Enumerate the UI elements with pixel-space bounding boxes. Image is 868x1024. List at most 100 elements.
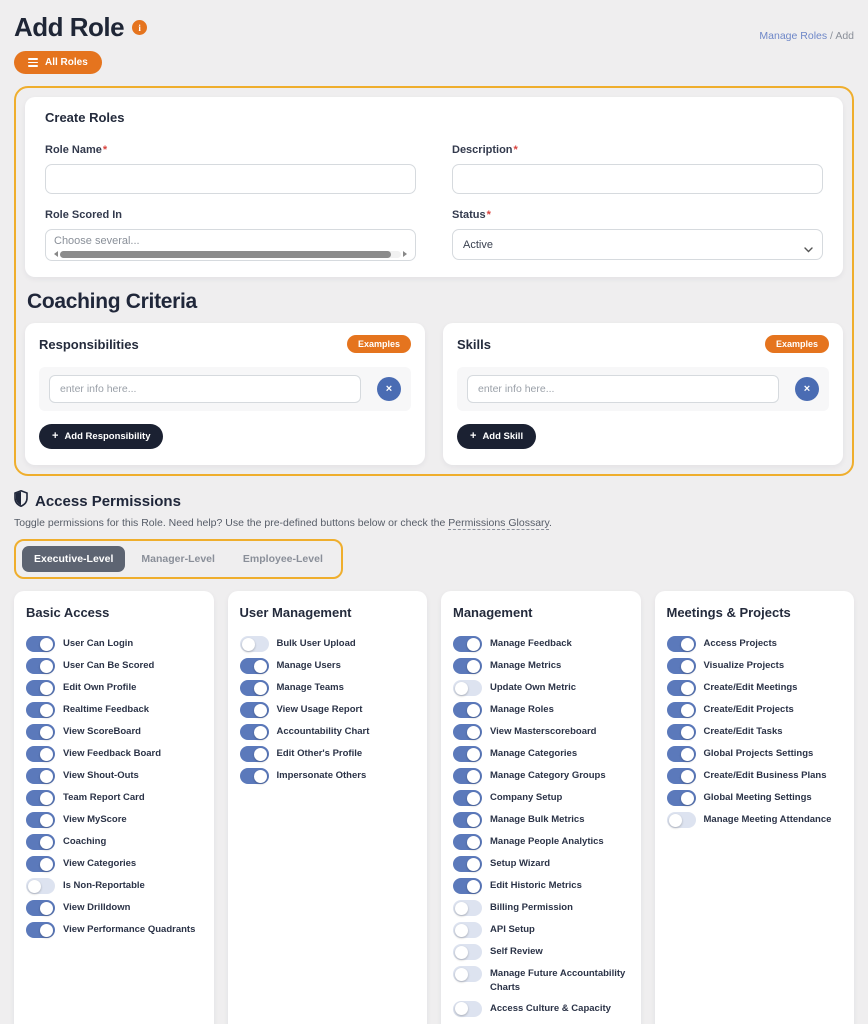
examples-button[interactable]: Examples <box>347 335 411 353</box>
entry-input[interactable] <box>49 375 361 403</box>
permission-toggle[interactable] <box>453 658 482 674</box>
info-icon[interactable]: i <box>132 20 147 35</box>
add-entry-button[interactable]: + Add Skill <box>457 424 536 449</box>
permission-row: Create/Edit Tasks <box>667 724 843 740</box>
role-name-input[interactable] <box>45 164 416 194</box>
required-asterisk: * <box>103 144 107 156</box>
permission-toggle[interactable] <box>240 680 269 696</box>
permission-toggle[interactable] <box>26 702 55 718</box>
permission-toggle[interactable] <box>26 768 55 784</box>
permission-toggle[interactable] <box>26 834 55 850</box>
scrollbar-track[interactable] <box>60 251 401 258</box>
permission-toggle[interactable] <box>26 790 55 806</box>
permission-toggle[interactable] <box>26 812 55 828</box>
permission-toggle[interactable] <box>240 746 269 762</box>
permission-row: View Performance Quadrants <box>26 922 202 938</box>
permission-toggle[interactable] <box>240 724 269 740</box>
breadcrumb: Manage Roles / Add <box>759 30 854 42</box>
permission-row: Manage Feedback <box>453 636 629 652</box>
permission-toggle[interactable] <box>667 680 696 696</box>
coaching-criteria-heading: Coaching Criteria <box>27 290 841 314</box>
scroll-right-arrow-icon[interactable] <box>403 251 407 257</box>
permission-row: Create/Edit Meetings <box>667 680 843 696</box>
permission-toggle[interactable] <box>453 900 482 916</box>
permission-toggle[interactable] <box>667 702 696 718</box>
permission-toggle[interactable] <box>453 746 482 762</box>
permission-row: Coaching <box>26 834 202 850</box>
permission-toggle[interactable] <box>240 636 269 652</box>
permission-toggle[interactable] <box>453 790 482 806</box>
scrollbar-thumb[interactable] <box>60 251 391 258</box>
remove-entry-button[interactable]: × <box>377 377 401 401</box>
add-role-page: Add Role i Manage Roles / Add All Roles … <box>0 0 868 1024</box>
breadcrumb-manage-roles-link[interactable]: Manage Roles <box>759 30 827 42</box>
list-icon <box>28 58 38 67</box>
coaching-criteria-panels: Responsibilities Examples × + Add Respon… <box>25 323 843 465</box>
add-entry-button[interactable]: + Add Responsibility <box>39 424 163 449</box>
permission-toggle[interactable] <box>453 966 482 982</box>
coaching-panel: Responsibilities Examples × + Add Respon… <box>25 323 425 465</box>
description-input[interactable] <box>452 164 823 194</box>
permission-label: Create/Edit Tasks <box>704 724 783 739</box>
permission-toggle[interactable] <box>26 746 55 762</box>
permissions-glossary-link[interactable]: Permissions Glossary <box>448 517 549 530</box>
role-scored-in-multiselect[interactable]: Choose several... <box>45 229 416 261</box>
permission-toggle[interactable] <box>240 658 269 674</box>
permission-row: Realtime Feedback <box>26 702 202 718</box>
permission-label: View Categories <box>63 856 136 871</box>
permission-toggle[interactable] <box>453 834 482 850</box>
examples-button[interactable]: Examples <box>765 335 829 353</box>
permission-label: Manage Meeting Attendance <box>704 812 832 827</box>
permission-toggle[interactable] <box>453 812 482 828</box>
role-scored-in-placeholder: Choose several... <box>54 235 407 247</box>
permission-label: Access Culture & Capacity <box>490 1001 611 1016</box>
permission-toggle[interactable] <box>667 724 696 740</box>
permission-toggle[interactable] <box>667 746 696 762</box>
remove-entry-button[interactable]: × <box>795 377 819 401</box>
permission-toggle[interactable] <box>453 702 482 718</box>
permission-label: Visualize Projects <box>704 658 785 673</box>
all-roles-button[interactable]: All Roles <box>14 51 102 74</box>
permission-toggle[interactable] <box>453 856 482 872</box>
panel-title: Skills <box>457 337 491 352</box>
permission-toggle[interactable] <box>26 878 55 894</box>
permission-label: View Feedback Board <box>63 746 161 761</box>
permission-toggle[interactable] <box>26 922 55 938</box>
permission-level-tab[interactable]: Executive-Level <box>22 546 125 572</box>
permission-toggle[interactable] <box>453 768 482 784</box>
permission-toggle[interactable] <box>453 680 482 696</box>
permission-label: Manage Feedback <box>490 636 572 651</box>
permission-toggle[interactable] <box>667 812 696 828</box>
permission-toggle[interactable] <box>26 900 55 916</box>
permission-toggle[interactable] <box>667 790 696 806</box>
access-permissions-header: Access Permissions <box>14 490 854 512</box>
permission-toggle[interactable] <box>667 636 696 652</box>
permission-label: Edit Own Profile <box>63 680 136 695</box>
role-scored-in-label: Role Scored In <box>45 209 122 221</box>
permission-toggle[interactable] <box>26 856 55 872</box>
permission-label: Global Meeting Settings <box>704 790 812 805</box>
permission-toggle[interactable] <box>240 768 269 784</box>
permission-toggle[interactable] <box>26 658 55 674</box>
permission-toggle[interactable] <box>453 922 482 938</box>
permission-toggle[interactable] <box>453 878 482 894</box>
permission-row: Manage Categories <box>453 746 629 762</box>
permission-toggle[interactable] <box>26 680 55 696</box>
permission-label: User Can Login <box>63 636 133 651</box>
permission-level-tab[interactable]: Manager-Level <box>129 546 227 572</box>
status-select[interactable]: Active <box>452 229 823 260</box>
permission-toggle[interactable] <box>667 658 696 674</box>
permission-toggle[interactable] <box>453 1001 482 1017</box>
permission-toggle[interactable] <box>26 636 55 652</box>
permission-toggle[interactable] <box>453 636 482 652</box>
permission-toggle[interactable] <box>453 724 482 740</box>
entry-input[interactable] <box>467 375 779 403</box>
permission-toggle[interactable] <box>26 724 55 740</box>
permission-toggle[interactable] <box>453 944 482 960</box>
permission-label: Global Projects Settings <box>704 746 814 761</box>
permission-toggle[interactable] <box>240 702 269 718</box>
permission-toggle[interactable] <box>667 768 696 784</box>
scroll-left-arrow-icon[interactable] <box>54 251 58 257</box>
permission-label: Bulk User Upload <box>277 636 356 651</box>
permission-level-tab[interactable]: Employee-Level <box>231 546 335 572</box>
